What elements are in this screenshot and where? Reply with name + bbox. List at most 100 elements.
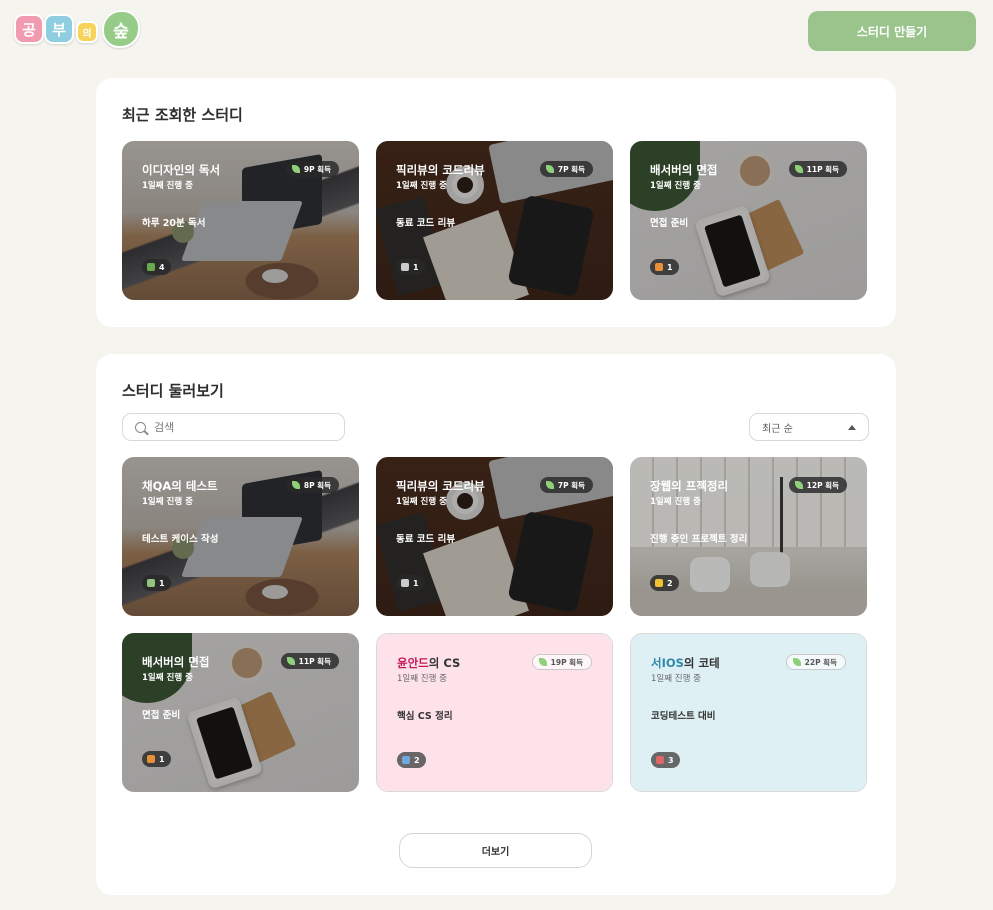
search-box[interactable] [122,413,345,441]
card-description: 동료 코드 리뷰 [396,534,456,545]
card-title: 픽리뷰의 코드리뷰 [396,479,485,493]
card-description: 면접 준비 [142,710,181,721]
card-title: 채QA의 테스트 [142,479,218,493]
card-progress-text: 1일째 진행 중 [142,181,193,191]
logo[interactable]: 공 부 의 숲 [14,10,140,50]
logo-tile-2: 부 [44,14,74,44]
leaf-icon [545,165,554,173]
emoji-count: 1 [413,262,419,272]
recent-studies-panel: 최근 조회한 스터디 이디자인의 독서 1일째 진행 중 하루 20분 독서 9… [96,78,896,327]
study-card[interactable]: 장웹의 프젝정리 1일째 진행 중 진행 중인 프로젝트 정리 12P 획득 2 [630,457,867,616]
emoji-icon [147,755,155,763]
logo-tile-4: 숲 [102,10,140,48]
points-badge: 22P 획득 [785,654,846,670]
points-badge: 19P 획득 [531,654,592,670]
leaf-icon [286,657,295,665]
browse-studies-title: 스터디 둘러보기 [122,382,224,400]
card-description: 진행 중인 프로젝트 정리 [650,534,748,545]
points-text: 9P 획득 [303,164,331,174]
points-text: 8P 획득 [303,480,331,490]
points-text: 22P 획득 [804,657,837,667]
points-text: 7P 획득 [557,164,585,174]
card-progress-text: 1일째 진행 중 [142,673,193,683]
emoji-count: 2 [414,755,420,765]
points-badge: 11P 획득 [280,653,339,669]
emoji-count-badge: 1 [142,751,171,767]
emoji-count-badge: 4 [142,259,171,275]
card-description: 면접 준비 [650,218,689,229]
create-study-button[interactable]: 스터디 만들기 [808,11,976,51]
leaf-icon [538,658,547,666]
emoji-count-badge: 1 [396,259,425,275]
emoji-icon [655,263,663,271]
card-title: 윤안드의 CS [397,655,460,671]
emoji-icon [401,579,409,587]
emoji-icon [656,756,664,764]
emoji-icon [401,263,409,271]
card-progress-text: 1일째 진행 중 [396,497,447,507]
emoji-count: 3 [668,755,674,765]
card-title: 픽리뷰의 코드리뷰 [396,163,485,177]
search-input[interactable] [154,420,324,434]
leaf-icon [794,481,803,489]
leaf-icon [291,165,300,173]
emoji-icon [147,263,155,271]
points-badge: 7P 획득 [539,477,593,493]
points-badge: 12P 획득 [788,477,847,493]
study-card[interactable]: 채QA의 테스트 1일째 진행 중 테스트 케이스 작성 8P 획득 1 [122,457,359,616]
leaf-icon [794,165,803,173]
study-card[interactable]: 배서버의 면접 1일째 진행 중 면접 준비 11P 획득 1 [122,633,359,792]
emoji-icon [402,756,410,764]
emoji-count: 1 [413,578,419,588]
card-title-rest: 의 코테 [683,656,720,670]
study-card[interactable]: 서IOS의 코테 1일째 진행 중 코딩테스트 대비 22P 획득 3 [630,633,867,792]
emoji-count-badge: 1 [650,259,679,275]
card-title-nickname: 윤안드 [397,656,429,670]
emoji-count: 1 [159,578,165,588]
card-title: 장웹의 프젝정리 [650,479,729,493]
caret-up-icon [848,424,856,430]
emoji-count: 2 [667,578,673,588]
search-icon [135,421,146,433]
study-card[interactable]: 배서버의 면접 1일째 진행 중 면접 준비 11P 획득 1 [630,141,867,300]
points-badge: 11P 획득 [788,161,847,177]
card-description: 핵심 CS 정리 [397,711,453,722]
card-title-nickname: 서IOS [651,656,684,670]
card-progress-text: 1일째 진행 중 [396,181,447,191]
emoji-count-badge: 2 [650,575,679,591]
leaf-icon [545,481,554,489]
card-description: 하루 20분 독서 [142,218,206,229]
points-text: 12P 획득 [806,480,839,490]
card-progress-text: 1일째 진행 중 [650,181,701,191]
sort-selected-label: 최근 순 [762,423,793,435]
emoji-icon [655,579,663,587]
card-title: 배서버의 면접 [650,163,718,177]
card-progress-text: 1일째 진행 중 [651,674,701,684]
card-progress-text: 1일째 진행 중 [142,497,193,507]
emoji-count: 4 [159,262,165,272]
load-more-button[interactable]: 더보기 [399,833,592,868]
emoji-icon [147,579,155,587]
logo-tile-3: 의 [76,21,98,43]
study-card[interactable]: 픽리뷰의 코드리뷰 1일째 진행 중 동료 코드 리뷰 7P 획득 1 [376,141,613,300]
browse-studies-panel: 스터디 둘러보기 최근 순 채QA의 테스트 1일째 진행 중 테스트 케이스 … [96,354,896,895]
emoji-count-badge: 1 [396,575,425,591]
leaf-icon [792,658,801,666]
card-progress-text: 1일째 진행 중 [397,674,447,684]
recent-studies-title: 최근 조회한 스터디 [122,106,243,124]
logo-tile-1: 공 [14,14,44,44]
points-text: 19P 획득 [550,657,583,667]
points-badge: 8P 획득 [285,477,339,493]
emoji-count: 1 [159,754,165,764]
sort-dropdown[interactable]: 최근 순 [749,413,869,441]
study-card[interactable]: 이디자인의 독서 1일째 진행 중 하루 20분 독서 9P 획득 4 [122,141,359,300]
points-text: 11P 획득 [806,164,839,174]
emoji-count-badge: 3 [651,752,680,768]
points-text: 11P 획득 [298,656,331,666]
card-description: 코딩테스트 대비 [651,711,716,722]
card-title: 이디자인의 독서 [142,163,221,177]
study-card[interactable]: 윤안드의 CS 1일째 진행 중 핵심 CS 정리 19P 획득 2 [376,633,613,792]
card-description: 동료 코드 리뷰 [396,218,456,229]
study-card[interactable]: 픽리뷰의 코드리뷰 1일째 진행 중 동료 코드 리뷰 7P 획득 1 [376,457,613,616]
card-title: 서IOS의 코테 [651,655,720,671]
